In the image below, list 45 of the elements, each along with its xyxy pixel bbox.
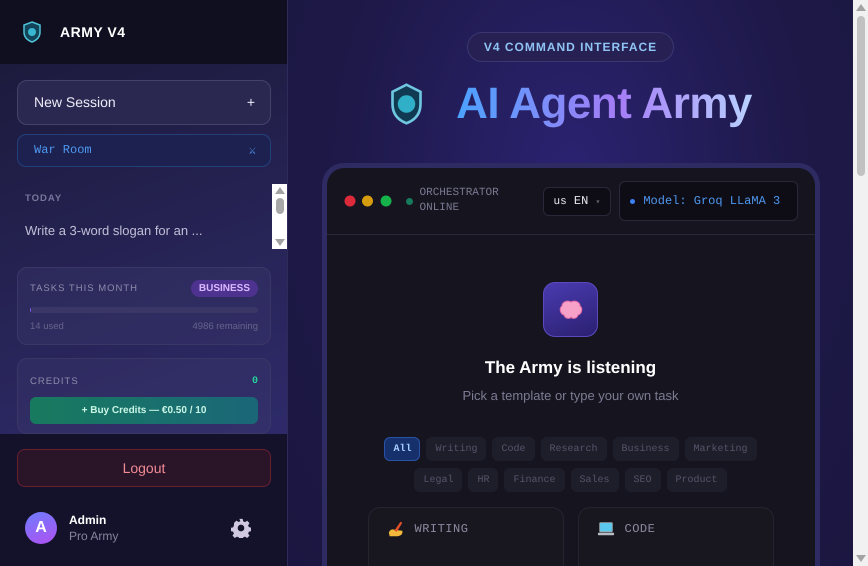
shield-logo-icon — [389, 83, 424, 125]
avatar: A — [25, 512, 57, 544]
template-title: CODE — [624, 522, 656, 536]
buy-credits-button[interactable]: + Buy Credits — €0.50 / 10 — [30, 396, 258, 424]
interface-badge: V4 COMMAND INTERFACE — [466, 32, 674, 62]
credits-value: 0 — [252, 376, 258, 387]
category-chip[interactable]: Finance — [504, 468, 564, 492]
shield-logo-icon — [22, 20, 42, 43]
category-chip[interactable]: All — [384, 437, 420, 461]
category-chip[interactable]: Business — [612, 437, 679, 461]
tasks-label: TASKS THIS MONTH — [30, 282, 138, 294]
war-room-button[interactable]: War Room ⚔ — [17, 134, 271, 167]
history-item[interactable]: Write a 3-word slogan for an ... — [25, 222, 203, 238]
language-select[interactable]: us EN ▾ — [542, 186, 612, 216]
new-session-button[interactable]: New Session + — [17, 80, 271, 125]
window-controls-icon — [344, 195, 394, 207]
category-chip[interactable]: Writing — [426, 437, 486, 461]
category-chip[interactable]: SEO — [624, 468, 661, 492]
brand-title: ARMY V4 — [60, 24, 126, 40]
template-card[interactable]: CODE — [578, 507, 774, 566]
user-role: Pro Army — [69, 528, 120, 543]
credits-label: CREDITS — [30, 376, 79, 387]
model-label: Model: Groq LLaMA 3 — [643, 194, 780, 208]
template-title: WRITING — [414, 522, 468, 536]
history-group-label: TODAY — [25, 192, 64, 204]
category-chip[interactable]: HR — [468, 468, 498, 492]
page-scrollbar[interactable] — [853, 0, 868, 566]
category-chip[interactable]: Research — [540, 437, 607, 461]
scrollbar[interactable] — [272, 184, 287, 249]
category-chip[interactable]: Code — [492, 437, 534, 461]
category-chip[interactable]: Legal — [414, 468, 462, 492]
category-chip[interactable]: Marketing — [684, 437, 757, 461]
logout-button[interactable]: Logout — [17, 448, 271, 487]
orchestrator-status: ORCHESTRATOR ONLINE — [420, 186, 500, 216]
settings-icon[interactable] — [231, 518, 251, 538]
used-count: 14 used — [30, 320, 64, 332]
empty-state-subtitle: Pick a template or type your own task — [462, 388, 679, 403]
category-chip[interactable]: Sales — [570, 468, 619, 492]
user-name: Admin — [69, 512, 108, 527]
status-dot — [406, 198, 412, 204]
plan-badge: BUSINESS — [190, 280, 258, 297]
template-card[interactable]: WRITING — [368, 507, 564, 566]
laptop-icon — [596, 520, 614, 538]
category-chip[interactable]: Product — [666, 468, 727, 492]
empty-state-heading: The Army is listening — [484, 358, 656, 378]
